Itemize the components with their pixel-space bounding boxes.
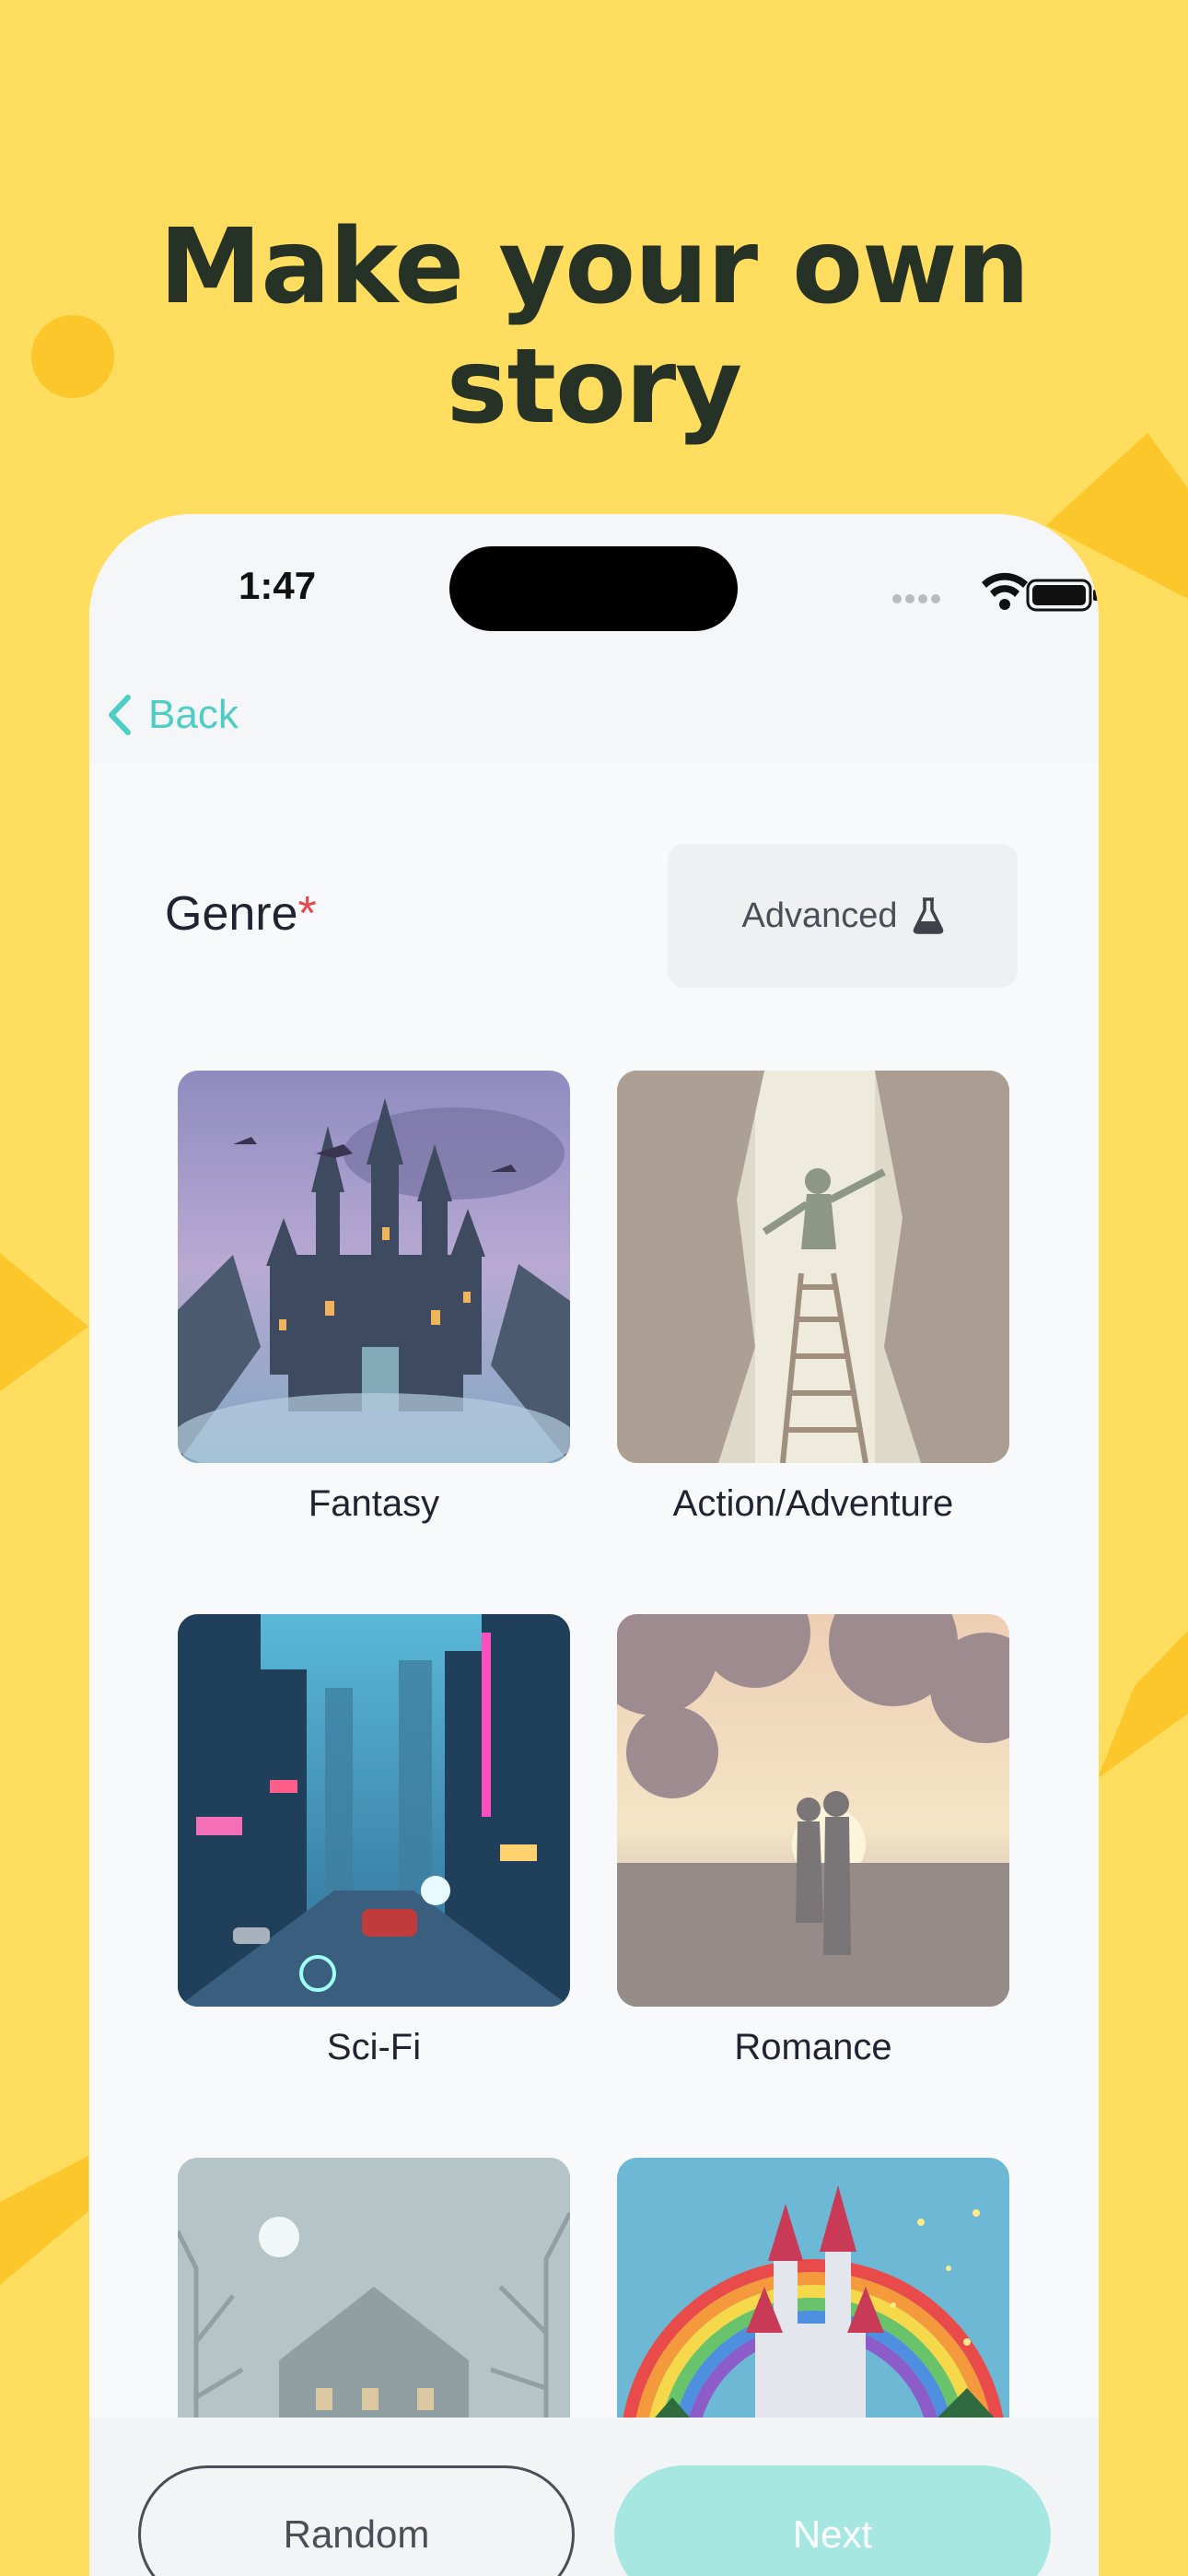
cellular-signal-icon bbox=[892, 594, 940, 603]
phone-frame: 1:47 Back Genre* Advanced Fantasy Action… bbox=[89, 514, 1099, 2576]
required-mark: * bbox=[297, 887, 317, 941]
next-button[interactable]: Next bbox=[614, 2465, 1051, 2576]
action-adventure-image bbox=[617, 1071, 1009, 1463]
advanced-label: Advanced bbox=[741, 896, 898, 935]
fantasy-image bbox=[178, 1071, 570, 1463]
decor-triangle-right bbox=[1098, 1631, 1188, 1778]
genre-card-sci-fi[interactable]: Sci-Fi bbox=[178, 1614, 570, 2068]
genre-label: Genre* bbox=[165, 886, 317, 942]
status-time: 1:47 bbox=[239, 564, 317, 607]
chevron-left-icon bbox=[109, 695, 131, 735]
genre-header: Genre* Advanced bbox=[89, 844, 1099, 988]
wifi-icon bbox=[982, 572, 1028, 610]
genre-label-romance: Romance bbox=[734, 2027, 892, 2067]
sci-fi-image bbox=[178, 1614, 570, 2007]
back-label: Back bbox=[148, 692, 239, 737]
nav-bar: Back bbox=[89, 662, 1099, 761]
advanced-button[interactable]: Advanced bbox=[668, 844, 1018, 988]
dynamic-island bbox=[449, 546, 738, 631]
romance-image bbox=[617, 1614, 1009, 2007]
bottom-action-bar: Random Next bbox=[89, 2418, 1099, 2576]
page-headline: Make your own story bbox=[158, 207, 1031, 447]
decor-triangle-bottom-left bbox=[0, 2156, 88, 2285]
random-button[interactable]: Random bbox=[138, 2465, 575, 2576]
back-button[interactable]: Back bbox=[106, 687, 239, 743]
genre-label-fantasy: Fantasy bbox=[308, 1483, 440, 1524]
genre-label-action-adventure: Action/Adventure bbox=[672, 1483, 954, 1524]
genre-label-text: Genre bbox=[165, 887, 298, 941]
decor-triangle-left bbox=[0, 1253, 88, 1391]
flask-icon bbox=[913, 897, 943, 934]
genre-label-sci-fi: Sci-Fi bbox=[326, 2027, 422, 2067]
battery-icon bbox=[1026, 579, 1098, 612]
genre-card-action-adventure[interactable]: Action/Adventure bbox=[617, 1071, 1009, 1525]
status-icons bbox=[892, 572, 1098, 612]
genre-card-romance[interactable]: Romance bbox=[617, 1614, 1009, 2068]
genre-card-fantasy[interactable]: Fantasy bbox=[178, 1071, 570, 1525]
status-bar: 1:47 bbox=[89, 514, 1099, 662]
